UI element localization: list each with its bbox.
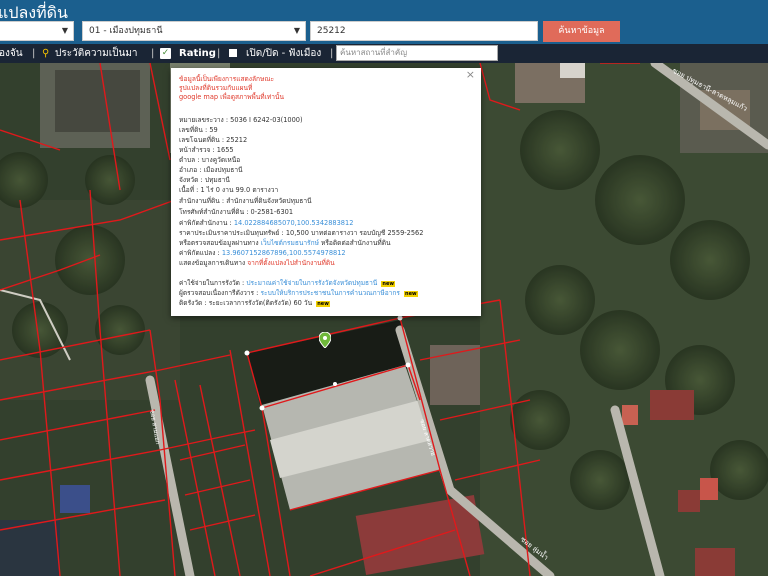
province: จังหวัด : ปทุมธานี <box>179 176 230 184</box>
survey-fee-line: ค่าใช้จ่ายในการรังวัด : ประมาณค่าใช้จ่าย… <box>179 279 395 289</box>
route-label: แสดงข้อมูลการเดินทาง <box>179 259 246 267</box>
parcel-number-input[interactable]: 25212 <box>310 21 538 41</box>
parcel-number-value: 25212 <box>317 26 346 36</box>
new-badge: new <box>381 281 395 287</box>
amphoe: อำเภอ : เมืองปทุมธานี <box>179 166 243 174</box>
parcel-coordinates: ค่าพิกัดแปลง : 13.9607152867896,100.5574… <box>179 249 346 258</box>
separator: | <box>330 48 334 59</box>
chevron-down-icon: ▼ <box>61 26 68 35</box>
treasury-website-link[interactable]: เว็บไซต์กรมธนารักษ์ <box>261 239 319 247</box>
land-area: เนื้อที่ : 1 ไร่ 0 งาน 99.0 ตารางวา <box>179 186 279 194</box>
header-bar: แปลงที่ดิน ▼ 01 - เมืองปทุมธานี ▼ 25212 … <box>0 0 768 44</box>
verify-tail: หรือติดต่อสำนักงานที่ดิน <box>321 239 391 247</box>
survey-period: ติดรังวัด : ระยะเวลาการรังวัด(ติดรังวัด)… <box>179 299 313 307</box>
survey-page: หน้าสำรวจ : 1655 <box>179 146 234 154</box>
survey-period-line: ติดรังวัด : ระยะเวลาการรังวัด(ติดรังวัด)… <box>179 299 330 309</box>
search-button[interactable]: ค้นหาข้อมูล <box>543 21 620 42</box>
separator: | <box>217 48 221 59</box>
landmark-search-input[interactable]: ค้นหาสถานที่สำคัญ <box>336 45 498 61</box>
survey-fee-link[interactable]: ประมาณค่าใช้จ่ายในการรังวัดจังหวัดปทุมธา… <box>246 279 377 287</box>
checkbox-checked-icon[interactable]: ✓ <box>160 48 171 59</box>
office-coordinates-link[interactable]: 14.022884685070,100.5342883812 <box>234 219 354 227</box>
new-badge: new <box>404 291 418 297</box>
close-icon[interactable]: × <box>466 69 475 79</box>
tambon: ตำบล : บางคูวัดเหนือ <box>179 156 241 164</box>
toolbar-history[interactable]: ประวัติความเป็นมา <box>55 44 138 63</box>
amphoe-select[interactable]: 01 - เมืองปทุมธานี ▼ <box>82 21 306 41</box>
office-coordinates: ค่าพิกัดสำนักงาน : 14.022884685070,100.5… <box>179 219 353 228</box>
notice-line: รูปแปลงที่ดินรวมกับแผนที่ <box>179 84 253 92</box>
new-badge: new <box>316 301 330 307</box>
chevron-down-icon: ▼ <box>293 26 300 35</box>
land-number: เลขที่ดิน : 59 <box>179 126 218 134</box>
amphoe-select-value: 01 - เมืองปทุมธานี <box>89 26 163 36</box>
toolbar: องจัน | ⚲ ประวัติความเป็นมา | ✓ Rating |… <box>0 44 768 63</box>
tax-service-link[interactable]: ระบบให้บริการประชาชนในการคำนวณภาษีอากร <box>260 289 399 297</box>
toolbar-rating[interactable]: Rating <box>179 44 216 63</box>
checkbox-icon[interactable] <box>229 49 237 57</box>
surveyor-label: ผู้ตรวจสอบเนื่องการีดังวาร : <box>179 289 259 297</box>
separator: | <box>32 48 36 59</box>
deed-number: เลขโฉนดที่ดิน : 25212 <box>179 136 248 144</box>
surveyor-line: ผู้ตรวจสอบเนื่องการีดังวาร : ระบบให้บริก… <box>179 289 418 299</box>
land-office: สำนักงานที่ดิน : สำนักงานที่ดินจังหวัดปท… <box>179 197 312 205</box>
map-sheet-number: หมายเลขระวาง : 5036 I 6242-03(1000) <box>179 116 303 124</box>
separator: | <box>151 48 155 59</box>
office-coordinates-label: ค่าพิกัดสำนักงาน : <box>179 219 232 227</box>
toolbar-city-toggle[interactable]: เปิด/ปิด - ฟังเมือง <box>246 44 321 63</box>
location-pin-icon[interactable] <box>319 332 331 348</box>
route-line: แสดงข้อมูลการเดินทาง จากที่ตั้งแปลงไปสำน… <box>179 259 335 268</box>
verify-line: หรือตรวจสอบข้อมูลผ่านทาง เว็บไซต์กรมธนาร… <box>179 239 391 248</box>
province-select[interactable]: ▼ <box>0 21 74 41</box>
appraisal-price: ราคาประเมินราคาประเมินทุนทรัพย์ : 10,500… <box>179 229 424 237</box>
parcel-coordinates-label: ค่าพิกัดแปลง : <box>179 249 220 257</box>
survey-fee-label: ค่าใช้จ่ายในการรังวัด : <box>179 279 245 287</box>
parcel-coordinates-link[interactable]: 13.9607152867896,100.5574978812 <box>222 249 346 257</box>
verify-label: หรือตรวจสอบข้อมูลผ่านทาง <box>179 239 259 247</box>
route-link[interactable]: จากที่ตั้งแปลงไปสำนักงานที่ดิน <box>247 259 334 267</box>
parcel-info-popup: × ข้อมูลนี้เป็นเพียงการแสดงลักษณะ รูปแปล… <box>171 68 481 316</box>
notice-line: google map เพื่อดูสภาพพื้นที่เท่านั้น <box>179 93 284 101</box>
office-phone: โทรศัพท์สำนักงานที่ดิน : 0-2581-6301 <box>179 208 294 216</box>
toolbar-item-1[interactable]: องจัน <box>0 44 23 63</box>
notice-line: ข้อมูลนี้เป็นเพียงการแสดงลักษณะ <box>179 75 275 83</box>
history-icon: ⚲ <box>42 48 50 59</box>
